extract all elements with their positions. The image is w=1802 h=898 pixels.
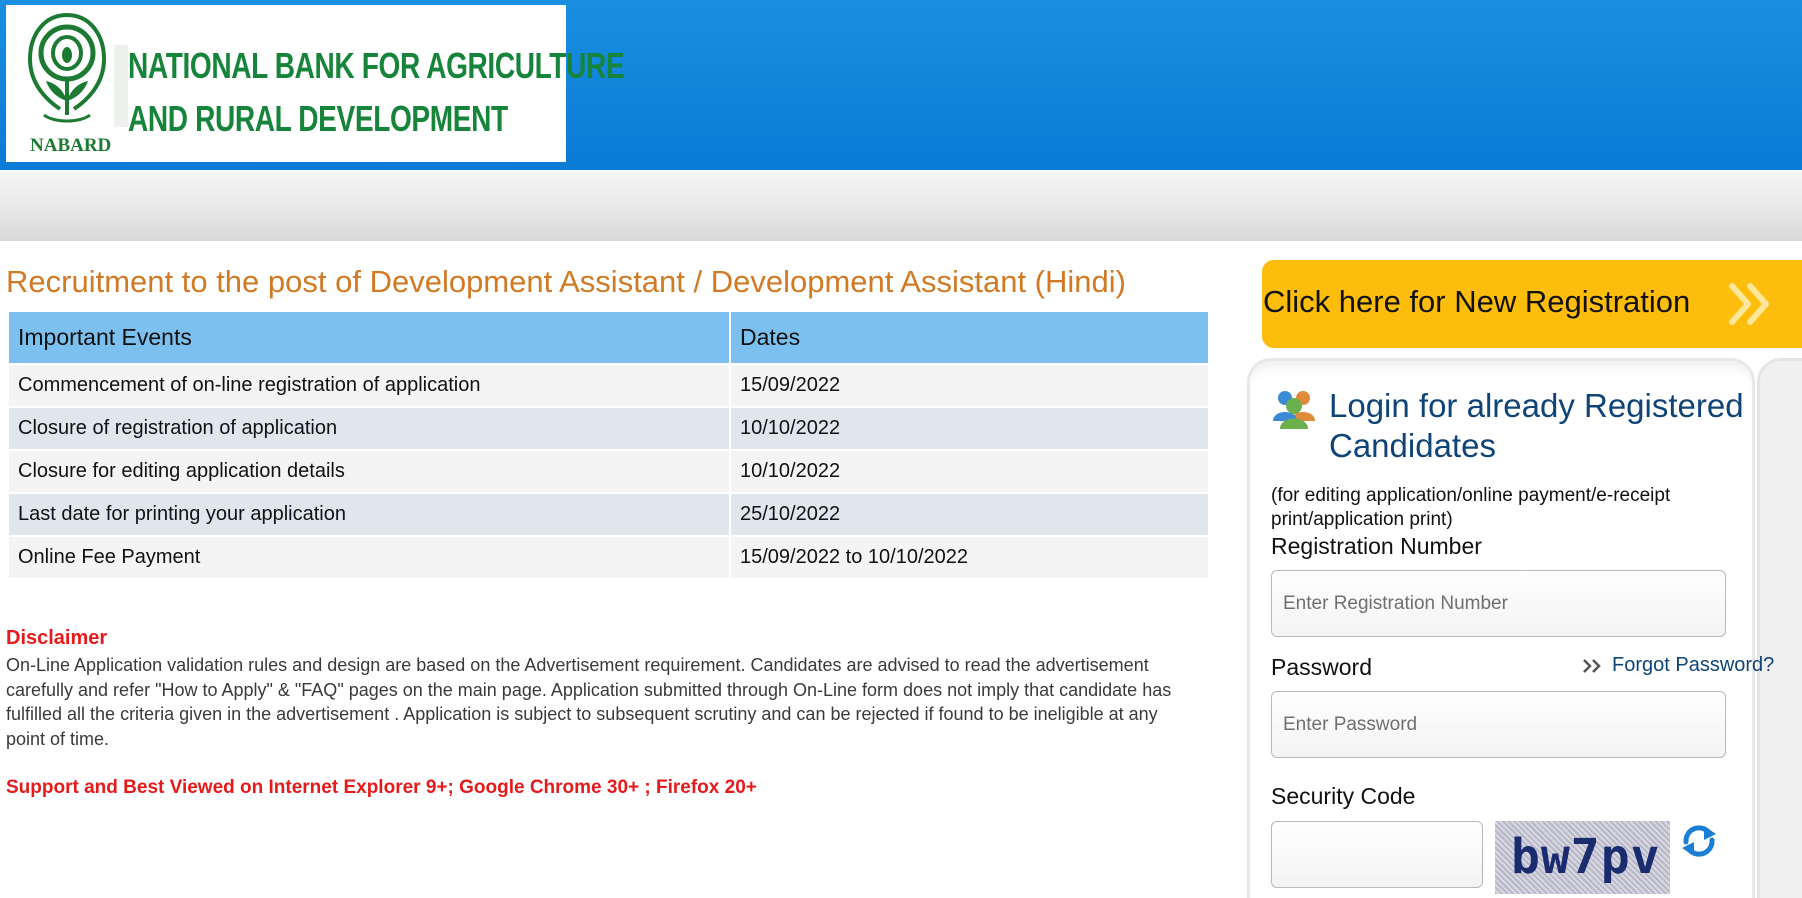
new-registration-label: Click here for New Registration (1263, 284, 1691, 319)
disclaimer-text: On-Line Application validation rules and… (6, 655, 1172, 749)
table-header-events: Important Events (7, 310, 731, 365)
table-cell-date: 15/09/2022 (729, 363, 1210, 408)
login-title: Login for already Registered Candidates (1329, 387, 1744, 464)
logo-divider (114, 45, 128, 127)
table-cell-date: 15/09/2022 to 10/10/2022 (729, 535, 1210, 580)
table-header-row: Important Events Dates (7, 310, 1210, 365)
site-header: NABARD NATIONAL BANK FOR AGRICULTURE AND… (0, 0, 1802, 170)
new-registration-button[interactable]: Click here for New Registration (1262, 260, 1802, 348)
table-cell-date: 10/10/2022 (729, 449, 1210, 494)
password-input[interactable] (1271, 691, 1726, 758)
captcha-image: bw7pv (1495, 821, 1670, 894)
captcha-text: bw7pv (1511, 829, 1661, 885)
table-row: Commencement of on-line registration of … (7, 363, 1210, 408)
nabard-logo[interactable]: NABARD NATIONAL BANK FOR AGRICULTURE AND… (6, 5, 625, 162)
table-cell-event: Commencement of on-line registration of … (7, 363, 731, 408)
forgot-password-label: Forgot Password? (1612, 654, 1775, 676)
table-row: Last date for printing your application … (7, 492, 1210, 537)
table-cell-event: Last date for printing your application (7, 492, 731, 537)
table-cell-date: 25/10/2022 (729, 492, 1210, 537)
table-cell-event: Closure for editing application details (7, 449, 731, 494)
logo-abbreviation: NABARD (30, 135, 112, 156)
table-cell-date: 10/10/2022 (729, 406, 1210, 451)
table-row: Closure for editing application details … (7, 449, 1210, 494)
double-chevron-right-icon (1729, 283, 1769, 325)
users-icon (1273, 391, 1315, 429)
page-title: Recruitment to the post of Development A… (6, 264, 1126, 299)
refresh-icon[interactable] (1680, 822, 1718, 860)
table-cell-event: Closure of registration of application (7, 406, 731, 451)
table-row: Closure of registration of application 1… (7, 406, 1210, 451)
security-code-input[interactable] (1271, 821, 1483, 888)
table-header-dates: Dates (729, 310, 1210, 365)
login-subtitle: (for editing application/online payment/… (1271, 485, 1671, 530)
nabard-emblem-icon (27, 13, 107, 123)
important-events-table: Important Events Dates Commencement of o… (7, 310, 1210, 580)
logo-title-line1: NATIONAL BANK FOR AGRICULTURE (128, 45, 625, 86)
registration-number-label: Registration Number (1271, 533, 1482, 559)
security-code-label: Security Code (1271, 783, 1416, 809)
password-label: Password (1271, 654, 1372, 680)
forgot-password-link[interactable]: Forgot Password? (1582, 654, 1774, 677)
disclaimer-title: Disclaimer (6, 627, 108, 649)
registration-number-input[interactable] (1271, 570, 1726, 637)
table-row: Online Fee Payment 15/09/2022 to 10/10/2… (7, 535, 1210, 580)
table-cell-event: Online Fee Payment (7, 535, 731, 580)
browser-support-note: Support and Best Viewed on Internet Expl… (6, 777, 757, 798)
double-chevron-right-icon (1583, 658, 1601, 673)
logo-title-line2: AND RURAL DEVELOPMENT (128, 98, 508, 139)
nav-bar (0, 170, 1802, 241)
